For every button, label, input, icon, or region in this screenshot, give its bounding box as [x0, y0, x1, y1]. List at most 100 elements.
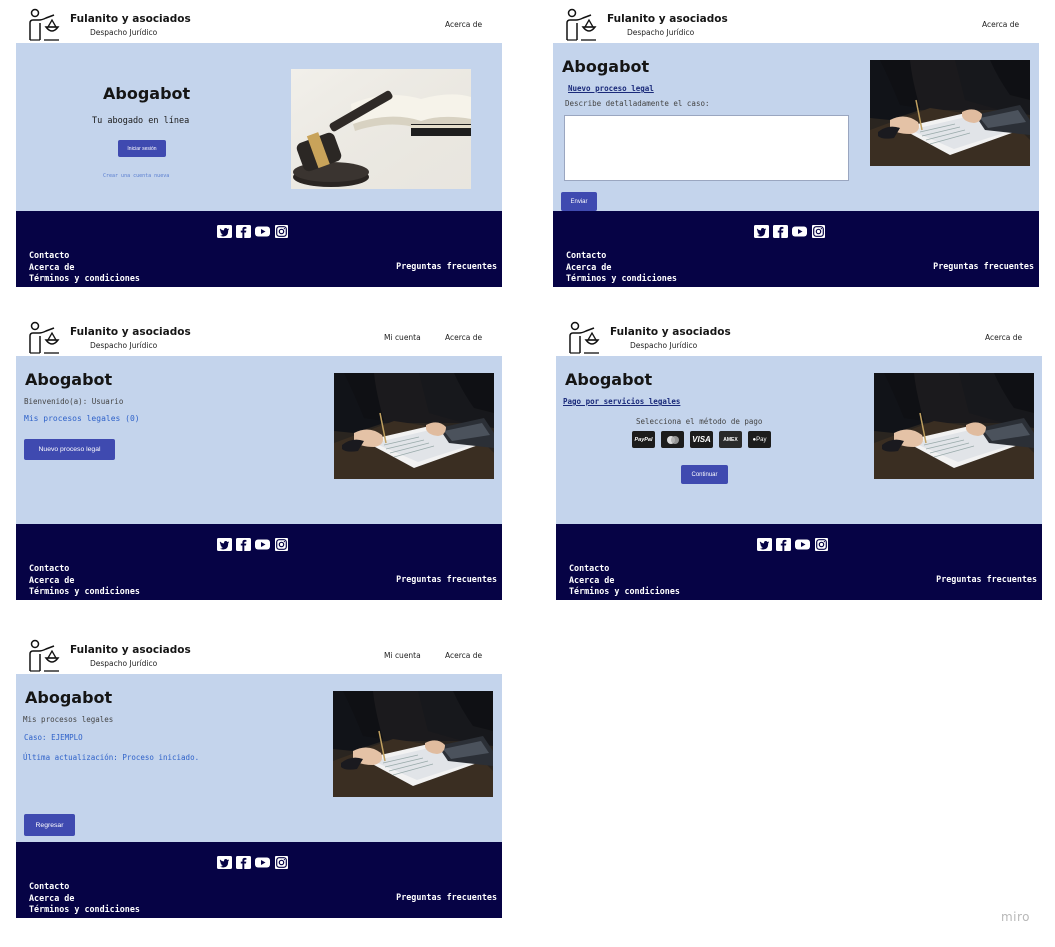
amex-icon[interactable]: AMEX	[719, 431, 742, 448]
twitter-icon[interactable]	[217, 856, 232, 869]
brand-name: Fulanito y asociados	[607, 13, 728, 25]
tagline: Tu abogado en línea	[92, 116, 190, 126]
youtube-icon[interactable]	[255, 856, 270, 869]
frame-new-case: Fulanito y asociados Despacho Jurídico A…	[553, 6, 1039, 287]
mastercard-icon[interactable]	[661, 431, 684, 448]
footer: Contacto Acerca de Términos y condicione…	[556, 524, 1042, 600]
send-button[interactable]: Enviar	[561, 192, 597, 211]
create-account-link[interactable]: Crear una cuenta nueva	[103, 173, 169, 179]
footer-contact-link[interactable]: Contacto	[569, 563, 680, 575]
main-content: Abogabot Tu abogado en línea Iniciar ses…	[16, 43, 502, 211]
footer-about-link[interactable]: Acerca de	[569, 575, 680, 587]
lawyer-signing-image	[870, 60, 1030, 166]
my-cases-link[interactable]: Mis procesos legales (0)	[24, 414, 140, 423]
brand-subtitle: Despacho Jurídico	[90, 341, 158, 350]
brand-subtitle: Despacho Jurídico	[90, 659, 158, 668]
youtube-icon[interactable]	[795, 538, 810, 551]
footer-about-link[interactable]: Acerca de	[566, 262, 677, 274]
footer-terms-link[interactable]: Términos y condiciones	[566, 273, 677, 285]
footer-about-link[interactable]: Acerca de	[29, 262, 140, 274]
youtube-icon[interactable]	[792, 225, 807, 238]
payment-section-link[interactable]: Pago por servicios legales	[563, 397, 680, 406]
nav-about[interactable]: Acerca de	[982, 20, 1019, 29]
footer-faq-link[interactable]: Preguntas frecuentes	[396, 892, 497, 902]
twitter-icon[interactable]	[217, 225, 232, 238]
app-title: Abogabot	[562, 57, 650, 76]
header: Fulanito y asociados Despacho Jurídico M…	[16, 637, 502, 674]
lawyer-scale-logo-icon	[566, 321, 600, 355]
nav-my-account[interactable]: Mi cuenta	[384, 651, 421, 660]
twitter-icon[interactable]	[757, 538, 772, 551]
login-button[interactable]: Iniciar sesión	[118, 140, 166, 157]
social-links	[217, 225, 289, 238]
footer-about-link[interactable]: Acerca de	[29, 893, 140, 905]
footer: Contacto Acerca de Términos y condicione…	[16, 524, 502, 600]
footer: Contacto Acerca de Términos y condicione…	[16, 842, 502, 918]
facebook-icon[interactable]	[236, 225, 251, 238]
lawyer-scale-logo-icon	[26, 321, 60, 355]
brand-name: Fulanito y asociados	[70, 326, 191, 338]
frame-payment: Fulanito y asociados Despacho Jurídico A…	[556, 319, 1042, 600]
instagram-icon[interactable]	[811, 225, 826, 238]
new-case-section-link[interactable]: Nuevo proceso legal	[568, 84, 654, 93]
footer-faq-link[interactable]: Preguntas frecuentes	[396, 574, 497, 584]
footer-terms-link[interactable]: Términos y condiciones	[569, 586, 680, 598]
youtube-icon[interactable]	[255, 225, 270, 238]
header: Fulanito y asociados Despacho Jurídico M…	[16, 319, 502, 356]
case-last-update: Última actualización: Proceso iniciado.	[23, 753, 200, 762]
footer-terms-link[interactable]: Términos y condiciones	[29, 904, 140, 916]
footer-links: Contacto Acerca de Términos y condicione…	[566, 250, 677, 285]
nav-about[interactable]: Acerca de	[445, 651, 482, 660]
brand-name: Fulanito y asociados	[70, 644, 191, 656]
footer-terms-link[interactable]: Términos y condiciones	[29, 273, 140, 285]
instagram-icon[interactable]	[274, 225, 289, 238]
footer-contact-link[interactable]: Contacto	[29, 881, 140, 893]
footer-faq-link[interactable]: Preguntas frecuentes	[936, 574, 1037, 584]
main-content: Abogabot Bienvenido(a): Usuario Mis proc…	[16, 356, 502, 524]
apple-pay-icon[interactable]: ● Pay	[748, 431, 771, 448]
lawyer-signing-image	[334, 373, 494, 479]
nav-about[interactable]: Acerca de	[445, 333, 482, 342]
back-button[interactable]: Regresar	[24, 814, 75, 836]
case-description-textarea[interactable]	[564, 115, 849, 181]
paypal-icon[interactable]: PayPal	[632, 431, 655, 448]
facebook-icon[interactable]	[236, 538, 251, 551]
continue-button[interactable]: Continuar	[681, 465, 728, 484]
main-content: Abogabot Mis procesos legales Caso: EJEM…	[16, 674, 502, 842]
footer-faq-link[interactable]: Preguntas frecuentes	[933, 261, 1034, 271]
social-links	[217, 538, 289, 551]
facebook-icon[interactable]	[776, 538, 791, 551]
nav-about[interactable]: Acerca de	[985, 333, 1022, 342]
my-cases-heading: Mis procesos legales	[23, 715, 114, 724]
facebook-icon[interactable]	[236, 856, 251, 869]
footer-links: Contacto Acerca de Términos y condicione…	[29, 250, 140, 285]
footer-about-link[interactable]: Acerca de	[29, 575, 140, 587]
footer-contact-link[interactable]: Contacto	[566, 250, 677, 262]
footer-faq-link[interactable]: Preguntas frecuentes	[396, 261, 497, 271]
header: Fulanito y asociados Despacho Jurídico A…	[556, 319, 1042, 356]
footer-contact-link[interactable]: Contacto	[29, 563, 140, 575]
social-links	[757, 538, 829, 551]
lawyer-signing-image	[874, 373, 1034, 479]
youtube-icon[interactable]	[255, 538, 270, 551]
new-case-button[interactable]: Nuevo proceso legal	[24, 439, 115, 460]
brand-name: Fulanito y asociados	[610, 326, 731, 338]
visa-icon[interactable]: VISA	[690, 431, 713, 448]
lawyer-scale-logo-icon	[26, 639, 60, 673]
frame-case-detail: Fulanito y asociados Despacho Jurídico M…	[16, 637, 502, 918]
case-name-link[interactable]: Caso: EJEMPLO	[24, 733, 83, 742]
instagram-icon[interactable]	[274, 538, 289, 551]
gavel-books-image	[291, 69, 471, 189]
twitter-icon[interactable]	[754, 225, 769, 238]
app-title: Abogabot	[103, 84, 191, 103]
social-links	[754, 225, 826, 238]
footer-contact-link[interactable]: Contacto	[29, 250, 140, 262]
instagram-icon[interactable]	[814, 538, 829, 551]
facebook-icon[interactable]	[773, 225, 788, 238]
app-title: Abogabot	[565, 370, 653, 389]
footer-terms-link[interactable]: Términos y condiciones	[29, 586, 140, 598]
instagram-icon[interactable]	[274, 856, 289, 869]
nav-my-account[interactable]: Mi cuenta	[384, 333, 421, 342]
nav-about[interactable]: Acerca de	[445, 20, 482, 29]
twitter-icon[interactable]	[217, 538, 232, 551]
